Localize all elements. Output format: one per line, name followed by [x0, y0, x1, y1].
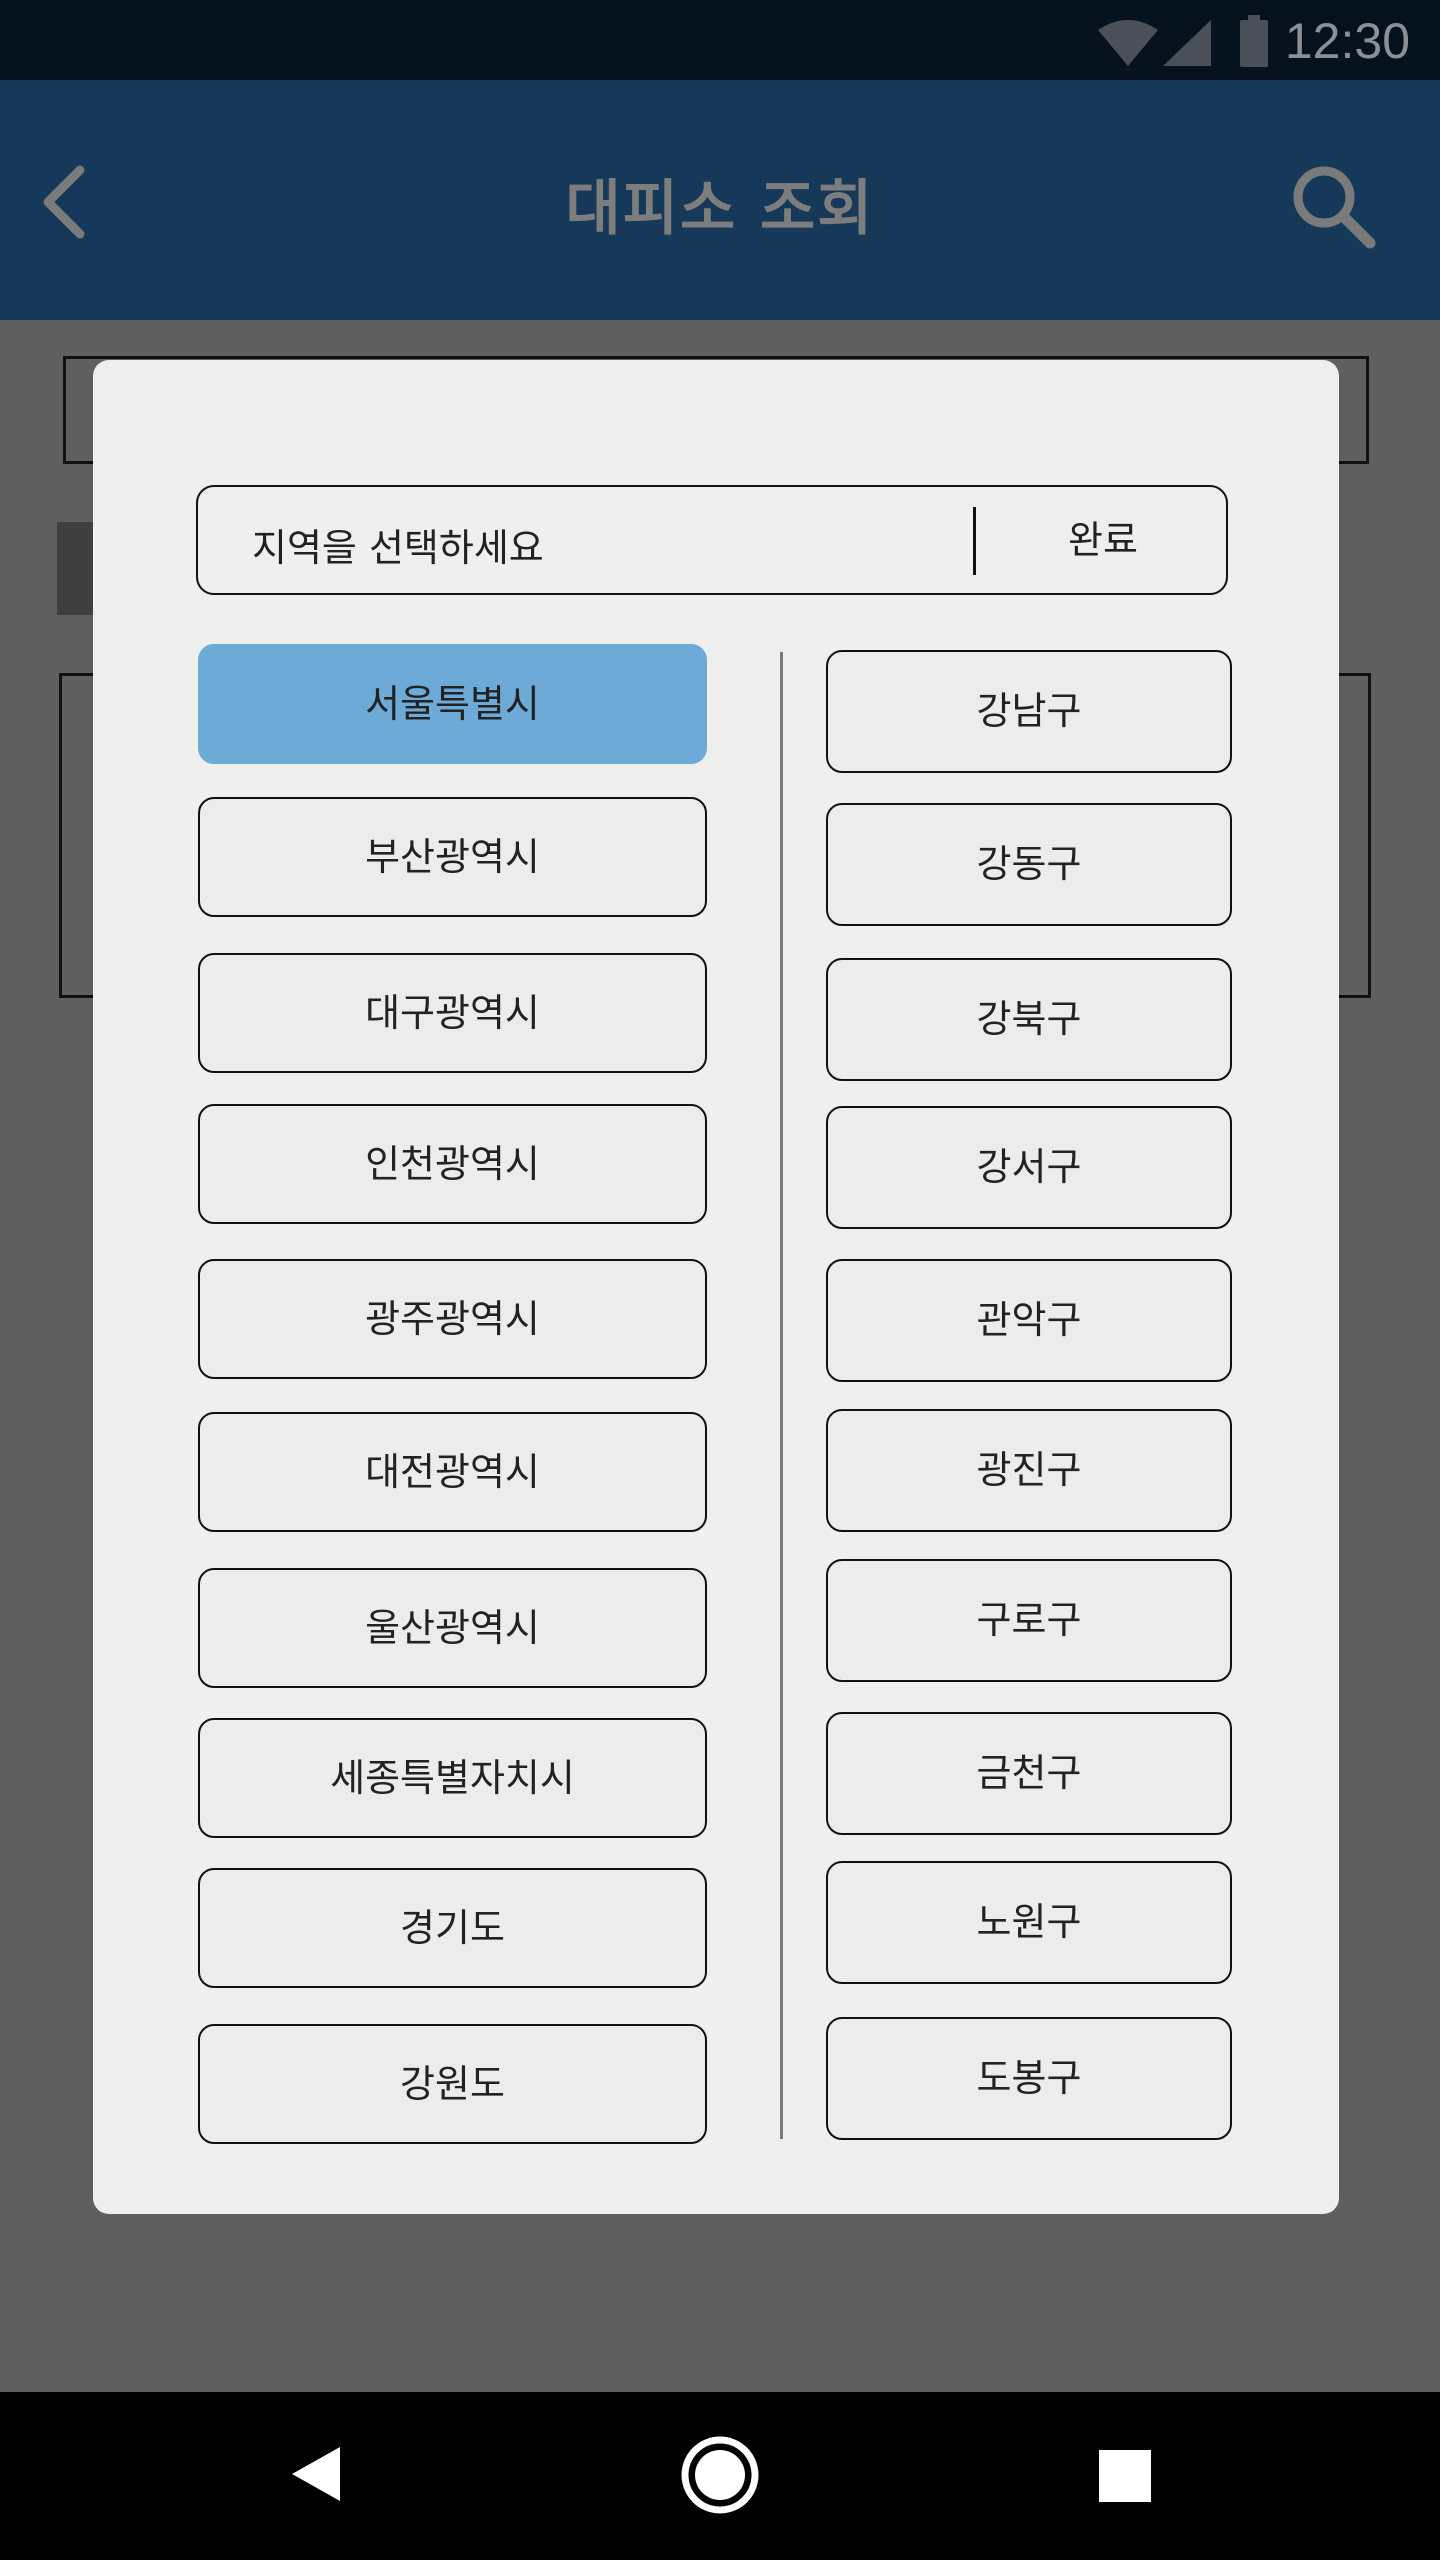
city-option[interactable]: 울산광역시: [198, 1568, 707, 1688]
district-option[interactable]: 관악구: [826, 1259, 1232, 1382]
city-option[interactable]: 경기도: [198, 1868, 707, 1988]
signal-icon: [1163, 20, 1211, 66]
district-option[interactable]: 강동구: [826, 803, 1232, 926]
city-option[interactable]: 대전광역시: [198, 1412, 707, 1532]
region-placeholder: 지역을 선택하세요: [252, 526, 544, 570]
city-option[interactable]: 부산광역시: [198, 797, 707, 917]
page-title: 대피소 조회: [565, 174, 875, 244]
district-option[interactable]: 노원구: [826, 1861, 1232, 1984]
city-option[interactable]: 세종특별자치시: [198, 1718, 707, 1838]
nav-back-icon[interactable]: [290, 2445, 342, 2503]
city-option[interactable]: 서울특별시: [198, 644, 707, 764]
nav-home-icon[interactable]: [680, 2435, 760, 2515]
region-select-dialog: 지역을 선택하세요 완료 서울특별시 부산광역시 대구광역시 인천광역시 광주광…: [93, 360, 1339, 2214]
city-option[interactable]: 광주광역시: [198, 1259, 707, 1379]
region-selector-bar: 지역을 선택하세요 완료: [196, 485, 1228, 595]
district-option[interactable]: 광진구: [826, 1409, 1232, 1532]
district-option[interactable]: 구로구: [826, 1559, 1232, 1682]
district-option[interactable]: 강북구: [826, 958, 1232, 1081]
district-option[interactable]: 강서구: [826, 1106, 1232, 1229]
district-option[interactable]: 도봉구: [826, 2017, 1232, 2140]
wifi-icon: [1098, 20, 1158, 66]
column-divider: [780, 652, 783, 2139]
city-option[interactable]: 인천광역시: [198, 1104, 707, 1224]
status-bar: 12:30: [0, 0, 1440, 80]
city-option[interactable]: 강원도: [198, 2024, 707, 2144]
status-time: 12:30: [1284, 13, 1410, 69]
done-button[interactable]: 완료: [978, 487, 1228, 593]
city-option[interactable]: 대구광역시: [198, 953, 707, 1073]
selector-divider: [973, 507, 976, 575]
battery-icon: [1240, 15, 1268, 67]
district-option[interactable]: 금천구: [826, 1712, 1232, 1835]
search-icon[interactable]: [1280, 155, 1390, 265]
district-option[interactable]: 강남구: [826, 650, 1232, 773]
nav-recent-apps-icon[interactable]: [1099, 2450, 1151, 2502]
